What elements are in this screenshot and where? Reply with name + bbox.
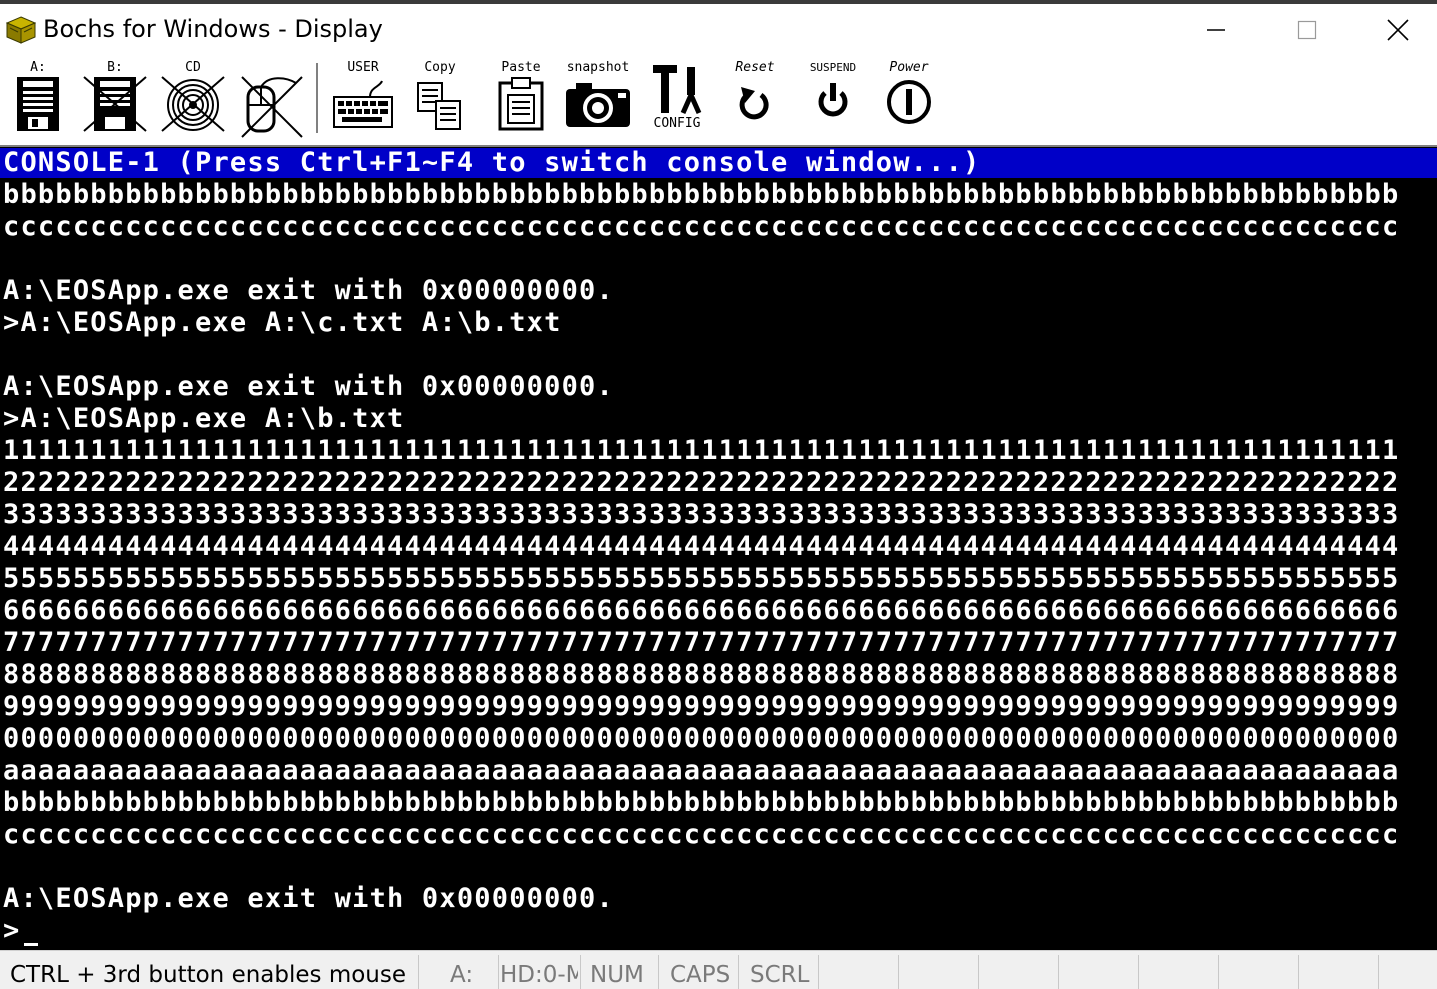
paste-label: Paste	[501, 60, 541, 75]
mouse-hint-status: CTRL + 3rd button enables mouse	[10, 962, 407, 988]
console-line: >A:\EOSApp.exe A:\b.txt	[3, 403, 405, 434]
console-header-text: CONSOLE-1 (Press Ctrl+F1~F4 to switch co…	[3, 147, 981, 178]
snapshot-button[interactable]: snapshot	[562, 61, 634, 139]
console-line: A:\EOSApp.exe exit with 0x00000000.	[3, 275, 614, 306]
suspend-label: SUSPEND	[809, 61, 857, 74]
num-lock-status: NUM	[590, 962, 644, 988]
maximize-button[interactable]	[1262, 8, 1352, 52]
floppy-disk-disabled-icon	[83, 76, 147, 132]
drive-a-status: A:	[450, 962, 474, 988]
close-icon	[1387, 19, 1409, 41]
close-button[interactable]	[1353, 8, 1437, 52]
console-line: bbbbbbbbbbbbbbbbbbbbbbbbbbbbbbbbbbbbbbbb…	[3, 179, 1400, 210]
maximize-icon	[1297, 20, 1317, 40]
console-line: >	[3, 915, 21, 946]
status-divider	[818, 955, 819, 989]
reset-button[interactable]: Reset	[722, 61, 788, 139]
cdrom-button[interactable]: CD	[158, 61, 228, 139]
copy-label: Copy	[424, 60, 456, 75]
toolbar: A: B: CD USER Copy Paste snapshot CONFIG…	[0, 55, 1437, 145]
minimize-icon	[1207, 29, 1225, 31]
copy-icon	[417, 82, 461, 130]
cdrom-disabled-icon	[161, 76, 225, 132]
suspend-power-icon	[818, 83, 848, 117]
config-button[interactable]: CONFIG	[644, 61, 710, 139]
status-divider	[978, 955, 979, 989]
status-bar: CTRL + 3rd button enables mouse A: HD:0-…	[0, 950, 1437, 989]
status-divider	[1138, 955, 1139, 989]
camera-icon	[566, 83, 630, 127]
status-divider	[1298, 955, 1299, 989]
keyboard-icon	[333, 80, 393, 128]
hd-status: HD:0-M	[500, 962, 578, 988]
status-divider	[738, 955, 739, 989]
console-line: 6666666666666666666666666666666666666666…	[3, 595, 1400, 626]
tools-icon	[653, 65, 702, 115]
status-divider	[580, 955, 581, 989]
floppy-b-button[interactable]: B:	[82, 61, 148, 139]
window-title: Bochs for Windows - Display	[43, 15, 383, 43]
console-line: cccccccccccccccccccccccccccccccccccccccc…	[3, 819, 1400, 850]
console-line: 7777777777777777777777777777777777777777…	[3, 627, 1400, 658]
reset-label: Reset	[735, 60, 775, 75]
floppy-disk-icon	[17, 77, 59, 131]
suspend-button[interactable]: SUSPEND	[800, 61, 866, 139]
cdrom-label: CD	[185, 60, 201, 75]
status-divider	[1218, 955, 1219, 989]
copy-button[interactable]: Copy	[412, 61, 468, 139]
console-line: 5555555555555555555555555555555555555555…	[3, 563, 1400, 594]
paste-icon	[498, 77, 544, 131]
console-line: 4444444444444444444444444444444444444444…	[3, 531, 1400, 562]
floppy-a-button[interactable]: A:	[12, 61, 64, 139]
config-label: CONFIG	[653, 116, 701, 131]
status-divider	[658, 955, 659, 989]
status-divider	[498, 955, 499, 989]
mouse-disabled-icon	[241, 76, 303, 138]
power-button[interactable]: Power	[876, 61, 942, 139]
mouse-button[interactable]	[238, 61, 306, 139]
console-line: >A:\EOSApp.exe A:\c.txt A:\b.txt	[3, 307, 562, 338]
status-divider	[418, 955, 419, 989]
caps-lock-status: CAPS	[670, 962, 731, 988]
console-line: 1111111111111111111111111111111111111111…	[3, 435, 1400, 466]
title-bar: Bochs for Windows - Display	[0, 4, 1437, 54]
user-label: USER	[347, 60, 379, 75]
minimize-button[interactable]	[1171, 8, 1261, 52]
console-line: 2222222222222222222222222222222222222222…	[3, 467, 1400, 498]
console-line: 0000000000000000000000000000000000000000…	[3, 723, 1400, 754]
toolbar-separator	[316, 63, 319, 133]
snapshot-label: snapshot	[566, 60, 630, 75]
paste-button[interactable]: Paste	[492, 61, 550, 139]
console-line: bbbbbbbbbbbbbbbbbbbbbbbbbbbbbbbbbbbbbbbb…	[3, 787, 1400, 818]
bochs-app-icon	[5, 16, 37, 44]
reset-icon	[739, 87, 769, 120]
console-line: 3333333333333333333333333333333333333333…	[3, 499, 1400, 530]
user-button[interactable]: USER	[330, 61, 396, 139]
console-line: cccccccccccccccccccccccccccccccccccccccc…	[3, 211, 1400, 242]
power-icon	[887, 80, 931, 124]
floppy-a-label: A:	[30, 60, 46, 75]
console-line: A:\EOSApp.exe exit with 0x00000000.	[3, 371, 614, 402]
console-line: A:\EOSApp.exe exit with 0x00000000.	[3, 883, 614, 914]
text-cursor	[24, 943, 38, 946]
power-label: Power	[889, 60, 929, 75]
status-divider	[898, 955, 899, 989]
console-display[interactable]: CONSOLE-1 (Press Ctrl+F1~F4 to switch co…	[0, 145, 1437, 951]
status-divider	[1058, 955, 1059, 989]
scroll-lock-status: SCRL	[750, 962, 810, 988]
console-line: aaaaaaaaaaaaaaaaaaaaaaaaaaaaaaaaaaaaaaaa…	[3, 755, 1400, 786]
status-divider	[1378, 955, 1379, 989]
console-line: 9999999999999999999999999999999999999999…	[3, 691, 1400, 722]
floppy-b-label: B:	[107, 60, 123, 75]
console-line: 8888888888888888888888888888888888888888…	[3, 659, 1400, 690]
